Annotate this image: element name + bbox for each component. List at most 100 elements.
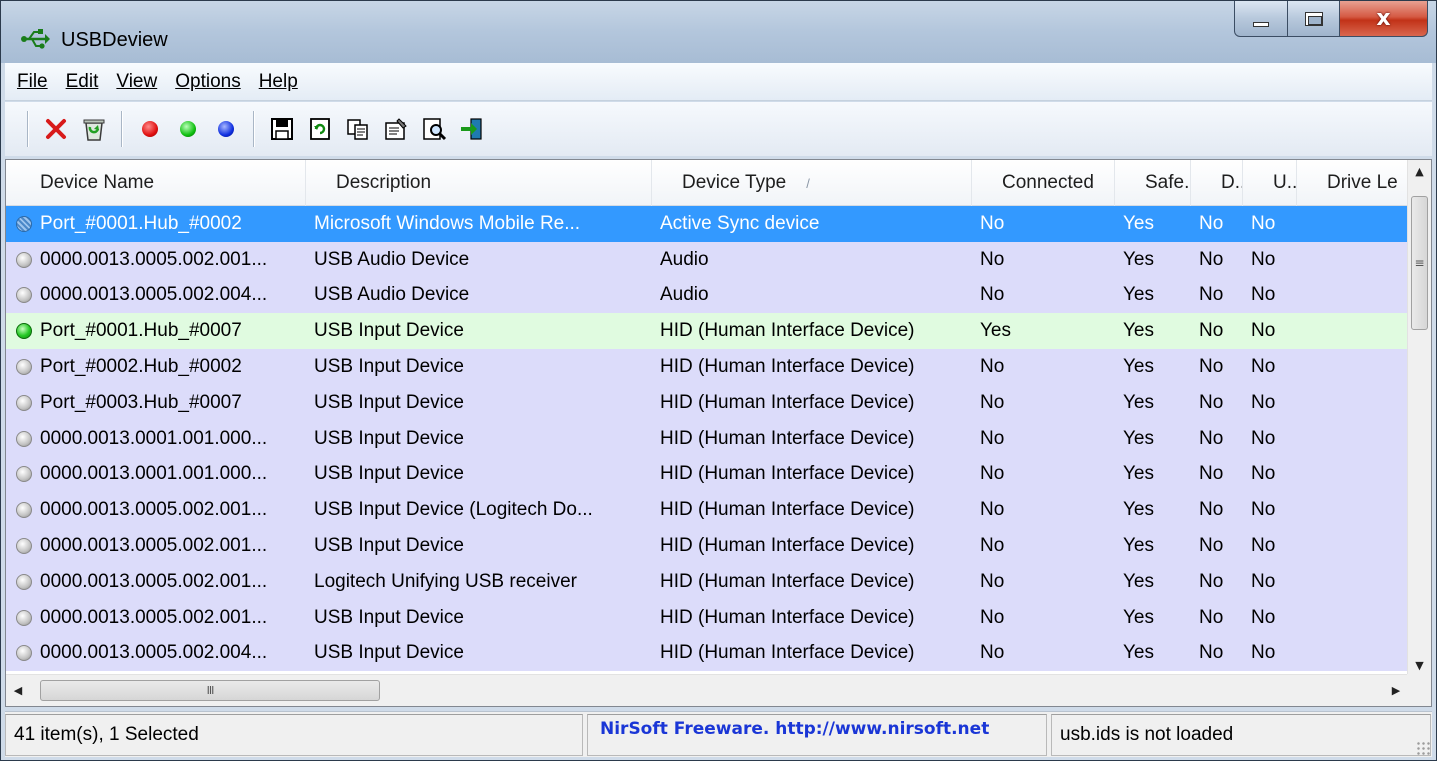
cell-u: No [1251, 391, 1276, 413]
window-controls: x [1234, 1, 1428, 37]
usb-app-icon [21, 29, 50, 49]
scroll-down-arrow-icon[interactable]: ▼ [1408, 654, 1431, 676]
table-row[interactable]: 0000.0013.0001.001.000... USB Input Devic… [6, 420, 1408, 457]
column-device-name[interactable]: Device Name [6, 160, 306, 206]
table-row[interactable]: 0000.0013.0005.002.001... USB Input Devic… [6, 528, 1408, 564]
scroll-left-arrow-icon[interactable]: ◀ [6, 675, 30, 706]
table-row[interactable]: 0000.0013.0001.001.000... USB Input Devic… [6, 456, 1408, 493]
find-button[interactable] [417, 112, 451, 146]
column-description[interactable]: Description [306, 160, 652, 206]
sort-indicator-icon: / [806, 176, 810, 191]
uninstall-button[interactable] [39, 112, 73, 146]
disable-button[interactable] [133, 112, 167, 146]
cleanup-button[interactable] [77, 112, 111, 146]
connection-status-icon [16, 394, 32, 411]
cell-u: No [1251, 284, 1276, 306]
cell-description: USB Audio Device [314, 284, 470, 306]
nirsoft-link[interactable]: NirSoft Freeware. http://www.nirsoft.net [587, 714, 1047, 756]
cell-device-name: Port_#0001.Hub_#0002 [6, 213, 306, 235]
menu-bar: File Edit View Options Help [5, 63, 1432, 101]
cell-connected: No [980, 248, 1005, 270]
column-device-type[interactable]: Device Type / [652, 160, 972, 206]
cell-u: No [1251, 356, 1276, 378]
cell-u: No [1251, 535, 1276, 557]
scroll-up-arrow-icon[interactable]: ▲ [1408, 160, 1431, 182]
minimize-button[interactable] [1234, 1, 1288, 37]
column-u[interactable]: U... [1243, 160, 1297, 206]
column-connected[interactable]: Connected [972, 160, 1115, 206]
cell-description: USB Input Device [314, 356, 464, 378]
menu-file[interactable]: File [11, 71, 60, 93]
cell-safe: Yes [1123, 212, 1154, 234]
status-bar: 41 item(s), 1 Selected NirSoft Freeware.… [5, 711, 1432, 757]
table-row[interactable]: Port_#0001.Hub_#0002 Microsoft Windows Mo… [6, 206, 1408, 242]
cell-device-name: 0000.0013.0005.002.001... [6, 249, 306, 271]
horizontal-scroll-thumb[interactable]: III [40, 680, 380, 701]
column-d[interactable]: D... [1191, 160, 1243, 206]
cell-d: No [1199, 248, 1224, 270]
scroll-right-arrow-icon[interactable]: ▶ [1384, 675, 1408, 706]
connection-status-icon [16, 466, 32, 483]
menu-help[interactable]: Help [253, 71, 310, 93]
table-row[interactable]: 0000.0013.0005.002.001... USB Audio Devic… [6, 241, 1408, 278]
enable-button[interactable] [171, 112, 205, 146]
cell-description: Microsoft Windows Mobile Re... [314, 212, 581, 234]
connection-status-icon [16, 359, 32, 376]
table-row[interactable]: Port_#0003.Hub_#0007 USB Input Device HID … [6, 384, 1408, 421]
resize-grip-icon[interactable] [1416, 741, 1430, 755]
list-header: Device Name Description Device Type / Con… [6, 160, 1408, 206]
disable-enable-button[interactable] [209, 112, 243, 146]
cell-device-name: 0000.0013.0005.002.004... [6, 642, 306, 664]
connection-status-icon [16, 287, 32, 304]
exit-button[interactable] [455, 112, 489, 146]
cell-description: USB Input Device [314, 427, 464, 449]
horizontal-scrollbar[interactable]: ◀ III ▶ [6, 674, 1408, 706]
column-safe[interactable]: Safe... [1115, 160, 1191, 206]
table-row[interactable]: Port_#0001.Hub_#0007 USB Input Device HID … [6, 313, 1408, 350]
cell-device-type: HID (Human Interface Device) [660, 642, 915, 664]
copy-button[interactable] [341, 112, 375, 146]
cell-d: No [1199, 320, 1224, 342]
device-list[interactable]: Device Name Description Device Type / Con… [5, 159, 1432, 707]
cell-connected: No [980, 570, 1005, 592]
properties-icon [385, 118, 407, 140]
cell-d: No [1199, 356, 1224, 378]
cell-description: USB Audio Device [314, 248, 470, 270]
cell-d: No [1199, 212, 1224, 234]
cell-connected: Yes [980, 320, 1011, 342]
table-row[interactable]: Port_#0002.Hub_#0002 USB Input Device HID … [6, 349, 1408, 385]
cell-safe: Yes [1123, 463, 1154, 485]
table-row[interactable]: 0000.0013.0005.002.001... USB Input Devic… [6, 492, 1408, 529]
column-drive-letter[interactable]: Drive Le [1297, 160, 1408, 206]
cell-device-type: HID (Human Interface Device) [660, 320, 915, 342]
menu-options[interactable]: Options [169, 71, 252, 93]
table-row[interactable]: 0000.0013.0005.002.001... USB Input Devic… [6, 599, 1408, 636]
cell-connected: No [980, 463, 1005, 485]
connection-status-icon [16, 538, 32, 555]
cell-safe: Yes [1123, 499, 1154, 521]
cell-device-name: 0000.0013.0005.002.001... [6, 535, 306, 557]
table-row[interactable]: 0000.0013.0005.002.001... Logitech Unifyi… [6, 563, 1408, 600]
toolbar-separator [253, 111, 255, 147]
cell-description: USB Input Device [314, 642, 464, 664]
refresh-icon [310, 118, 330, 140]
save-button[interactable] [265, 112, 299, 146]
table-row[interactable]: 0000.0013.0005.002.004... USB Input Devic… [6, 635, 1408, 672]
disable-enable-blue-icon [218, 121, 234, 137]
cell-device-type: HID (Human Interface Device) [660, 499, 915, 521]
vertical-scrollbar[interactable]: ▲ ≡ ▼ [1407, 160, 1431, 676]
close-button[interactable]: x [1340, 1, 1428, 37]
menu-edit[interactable]: Edit [60, 71, 111, 93]
refresh-button[interactable] [303, 112, 337, 146]
title-bar[interactable]: USBDeview x [1, 1, 1436, 63]
cell-d: No [1199, 463, 1224, 485]
exit-icon [461, 118, 482, 140]
toolbar [5, 102, 1432, 156]
vertical-scroll-thumb[interactable]: ≡ [1411, 196, 1428, 330]
cell-device-name: 0000.0013.0001.001.000... [6, 428, 306, 450]
maximize-button[interactable] [1288, 1, 1340, 37]
menu-view[interactable]: View [110, 71, 169, 93]
table-row[interactable]: 0000.0013.0005.002.004... USB Audio Devic… [6, 277, 1408, 314]
cell-connected: No [980, 642, 1005, 664]
properties-button[interactable] [379, 112, 413, 146]
